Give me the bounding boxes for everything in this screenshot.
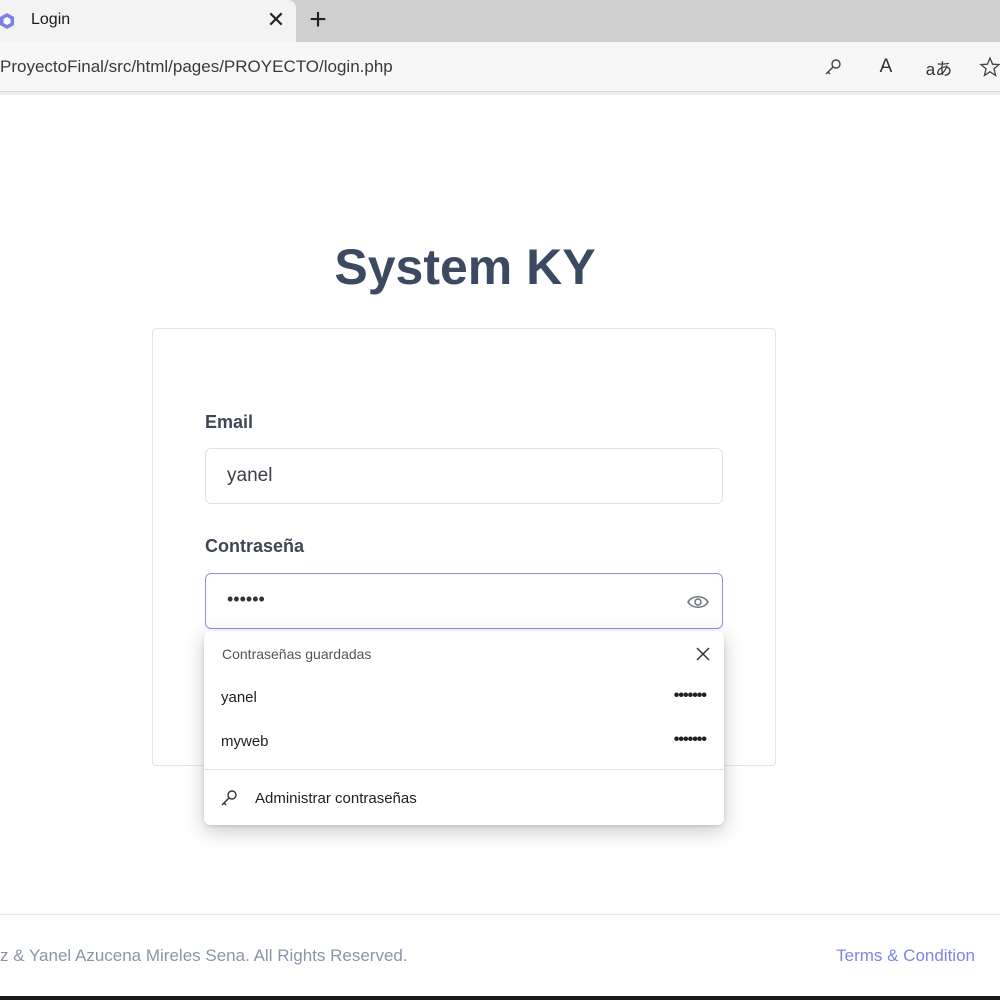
saved-password-item[interactable]: myweb ••••••• xyxy=(204,723,724,763)
footer-divider xyxy=(0,914,1000,915)
address-bar: ProyectoFinal/src/html/pages/PROYECTO/lo… xyxy=(0,42,1000,92)
email-label: Email xyxy=(205,412,254,432)
key-icon[interactable] xyxy=(821,55,845,79)
tab-login[interactable]: Login ✕ xyxy=(0,0,296,42)
url-input[interactable]: ProyectoFinal/src/html/pages/PROYECTO/lo… xyxy=(0,57,393,77)
saved-password-username: yanel xyxy=(221,689,257,706)
saved-password-item[interactable]: yanel ••••••• xyxy=(204,679,724,719)
key-icon xyxy=(221,790,237,806)
tab-close-icon[interactable]: ✕ xyxy=(264,8,288,32)
saved-password-masked: ••••••• xyxy=(673,731,707,748)
read-aloud-icon[interactable]: A xyxy=(874,55,898,79)
saved-password-masked: ••••••• xyxy=(673,687,707,704)
saved-passwords-popup: Contraseñas guardadas yanel ••••••• mywe… xyxy=(204,631,724,825)
page-title: System KY xyxy=(334,239,596,295)
new-tab-button[interactable]: + xyxy=(304,5,332,35)
copyright-text: z & Yanel Azucena Mireles Sena. All Righ… xyxy=(0,946,408,965)
email-value: yanel xyxy=(227,465,273,486)
terms-link[interactable]: Terms & Condition xyxy=(836,946,975,966)
manage-passwords-button[interactable]: Administrar contraseñas xyxy=(204,781,724,817)
popup-divider xyxy=(204,769,724,770)
chrome-separator xyxy=(0,92,1000,95)
password-value: •••••• xyxy=(227,589,265,609)
password-field[interactable]: •••••• xyxy=(205,573,723,629)
popup-title: Contraseñas guardadas xyxy=(222,646,372,662)
window-bottom-edge xyxy=(0,996,1000,1000)
close-icon[interactable] xyxy=(693,644,713,664)
translate-icon[interactable]: aあ xyxy=(925,55,953,79)
favorite-star-icon[interactable] xyxy=(978,55,1000,79)
saved-password-username: myweb xyxy=(221,733,269,750)
email-field[interactable]: yanel xyxy=(205,448,723,504)
tab-strip: Login ✕ + xyxy=(0,0,1000,42)
manage-passwords-label: Administrar contraseñas xyxy=(255,790,417,807)
password-label: Contraseña xyxy=(205,536,305,556)
tab-title: Login xyxy=(31,11,71,28)
show-password-eye-icon[interactable] xyxy=(687,592,709,612)
site-favicon-icon xyxy=(0,13,14,29)
